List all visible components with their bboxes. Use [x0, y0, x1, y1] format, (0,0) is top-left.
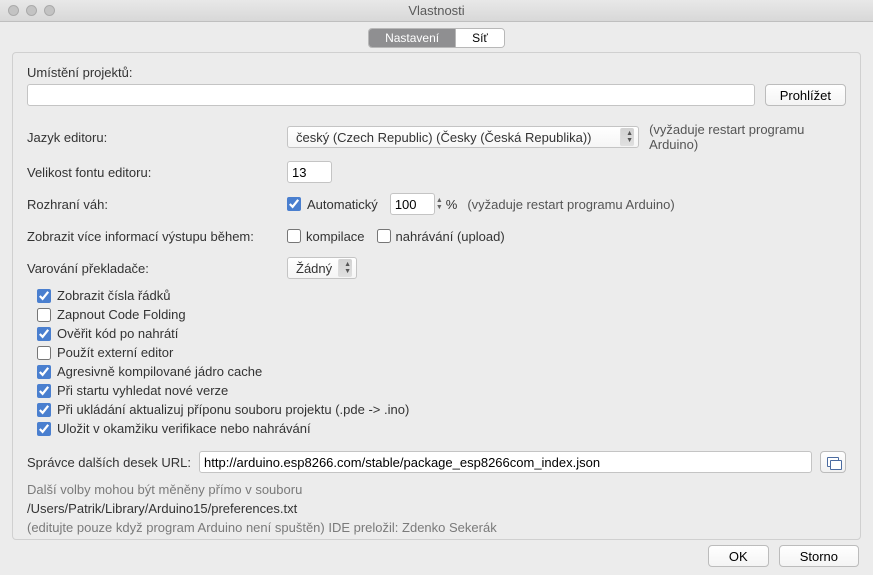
option-label: Zapnout Code Folding [57, 307, 186, 322]
font-size-input[interactable] [287, 161, 332, 183]
prefs-file-path[interactable]: /Users/Patrik/Library/Arduino15/preferen… [27, 501, 846, 516]
sketchbook-path-input[interactable] [27, 84, 755, 106]
ok-button[interactable]: OK [708, 545, 769, 567]
tab-settings[interactable]: Nastavení [369, 29, 456, 47]
prefs-hint-line2: (editujte pouze když program Arduino nen… [27, 520, 846, 535]
option-row: Při ukládání aktualizuj příponu souboru … [27, 402, 846, 417]
option-checkbox-3[interactable] [37, 346, 51, 360]
option-checkbox-6[interactable] [37, 403, 51, 417]
boards-url-input[interactable] [199, 451, 812, 473]
stepper-arrows-icon[interactable]: ▲▼ [436, 197, 443, 211]
tabs: Nastavení Síť [0, 22, 873, 52]
warnings-select[interactable]: Žádný ▲▼ [287, 257, 357, 279]
restart-note-2: (vyžaduje restart programu Arduino) [467, 197, 674, 212]
option-row: Agresivně kompilované jádro cache [27, 364, 846, 379]
browse-button[interactable]: Prohlížet [765, 84, 846, 106]
option-row: Zobrazit čísla řádků [27, 288, 846, 303]
prefs-hint-line1: Další volby mohou být měněny přímo v sou… [27, 482, 846, 497]
editor-lang-select[interactable]: český (Czech Republic) (Česky (Česká Rep… [287, 126, 639, 148]
option-row: Ověřit kód po nahrátí [27, 326, 846, 341]
options-list: Zobrazit čísla řádků Zapnout Code Folding… [27, 288, 846, 436]
option-row: Použít externí editor [27, 345, 846, 360]
dialog-footer: OK Storno [708, 545, 859, 567]
boards-url-label: Správce dalších desek URL: [27, 455, 191, 470]
scale-auto-checkbox[interactable] [287, 197, 301, 211]
close-window-icon[interactable] [8, 5, 19, 16]
option-checkbox-7[interactable] [37, 422, 51, 436]
percent-label: % [446, 197, 458, 212]
option-label: Při ukládání aktualizuj příponu souboru … [57, 402, 409, 417]
scale-auto-label: Automatický [307, 197, 378, 212]
cancel-button[interactable]: Storno [779, 545, 859, 567]
option-checkbox-2[interactable] [37, 327, 51, 341]
font-size-label: Velikost fontu editoru: [27, 165, 287, 180]
scale-value-input[interactable] [390, 193, 435, 215]
option-checkbox-1[interactable] [37, 308, 51, 322]
warnings-label: Varování překladače: [27, 261, 287, 276]
option-checkbox-0[interactable] [37, 289, 51, 303]
editor-lang-label: Jazyk editoru: [27, 130, 287, 145]
titlebar: Vlastnosti [0, 0, 873, 22]
verbose-compile-label: kompilace [306, 229, 365, 244]
window-title: Vlastnosti [0, 3, 873, 18]
option-label: Uložit v okamžiku verifikace nebo nahráv… [57, 421, 311, 436]
editor-lang-value: český (Czech Republic) (Česky (Česká Rep… [296, 130, 591, 145]
option-label: Ověřit kód po nahrátí [57, 326, 178, 341]
option-label: Zobrazit čísla řádků [57, 288, 170, 303]
option-checkbox-5[interactable] [37, 384, 51, 398]
verbose-label: Zobrazit více informací výstupu během: [27, 229, 287, 244]
option-row: Zapnout Code Folding [27, 307, 846, 322]
maximize-window-icon[interactable] [44, 5, 55, 16]
dropdown-arrows-icon: ▲▼ [620, 128, 634, 146]
option-row: Uložit v okamžiku verifikace nebo nahráv… [27, 421, 846, 436]
warnings-value: Žádný [296, 261, 332, 276]
tab-network[interactable]: Síť [456, 29, 504, 47]
option-label: Při startu vyhledat nové verze [57, 383, 228, 398]
open-urls-dialog-button[interactable] [820, 451, 846, 473]
verbose-upload-label: nahrávání (upload) [396, 229, 505, 244]
sketchbook-label: Umístění projektů: [27, 65, 846, 80]
option-row: Při startu vyhledat nové verze [27, 383, 846, 398]
option-checkbox-4[interactable] [37, 365, 51, 379]
restart-note: (vyžaduje restart programu Arduino) [649, 122, 846, 152]
option-label: Použít externí editor [57, 345, 173, 360]
minimize-window-icon[interactable] [26, 5, 37, 16]
window-stack-icon [827, 457, 840, 468]
verbose-upload-checkbox[interactable] [377, 229, 391, 243]
scale-label: Rozhraní váh: [27, 197, 287, 212]
dropdown-arrows-icon: ▲▼ [338, 259, 352, 277]
settings-panel: Umístění projektů: Prohlížet Jazyk edito… [12, 52, 861, 540]
option-label: Agresivně kompilované jádro cache [57, 364, 262, 379]
verbose-compile-checkbox[interactable] [287, 229, 301, 243]
